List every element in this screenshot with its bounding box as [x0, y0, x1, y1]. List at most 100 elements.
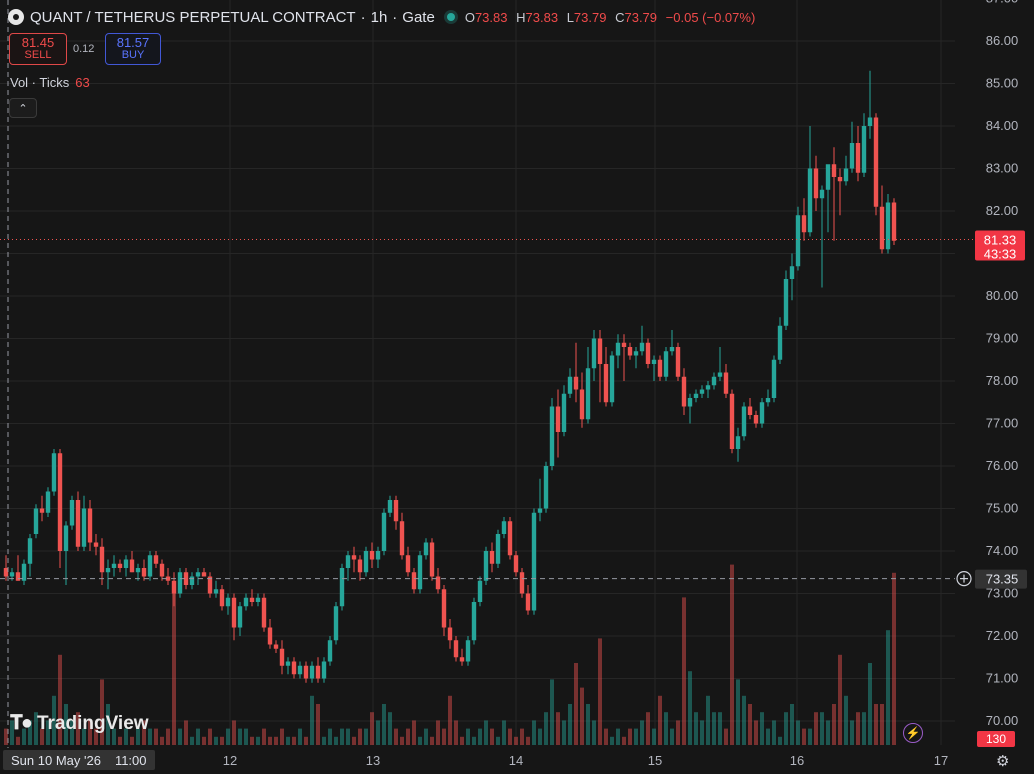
candle	[123, 555, 129, 577]
candle	[219, 585, 225, 611]
candle-body	[723, 372, 729, 394]
candle	[297, 661, 303, 679]
candle	[201, 568, 207, 577]
volume-bar	[310, 695, 314, 745]
candle	[843, 155, 849, 186]
volume-indicator-legend[interactable]: Vol · Ticks 63	[10, 75, 90, 90]
candle	[159, 559, 165, 581]
candle-body	[705, 385, 711, 390]
candle	[165, 568, 171, 585]
interval-label[interactable]: 1h	[371, 9, 388, 26]
collapse-legend-button[interactable]: ⌃	[9, 98, 37, 118]
volume-bar	[208, 728, 212, 745]
volume-bar	[592, 720, 596, 745]
candle-body	[555, 406, 561, 432]
volume-bar	[460, 736, 464, 745]
candle-body	[501, 521, 507, 534]
volume-bar	[16, 736, 20, 745]
symbol-header[interactable]: QUANT / TETHERUS PERPETUAL CONTRACT · 1h…	[8, 6, 760, 28]
lightning-icon[interactable]: ⚡	[903, 723, 923, 743]
candle-body	[57, 453, 63, 551]
candle-body	[783, 279, 789, 326]
volume-badge-label: 130	[986, 732, 1006, 746]
candle	[765, 389, 771, 407]
chevron-up-icon: ⌃	[18, 102, 28, 115]
candle	[831, 147, 837, 241]
volume-bar	[616, 728, 620, 745]
volume-bar	[676, 720, 680, 745]
candle-body	[129, 559, 135, 573]
candle-body	[615, 342, 621, 356]
volume-bar	[370, 712, 374, 745]
volume-bar	[886, 630, 890, 745]
chart-grid	[0, 0, 955, 745]
volume-bar	[544, 712, 548, 745]
volume-bar	[304, 736, 308, 745]
buy-label: BUY	[121, 49, 145, 62]
volume-bar	[628, 728, 632, 745]
candle	[717, 347, 723, 381]
volume-bar	[646, 712, 650, 745]
volume-bar	[4, 728, 8, 745]
candle-body	[69, 500, 75, 526]
candle	[825, 164, 831, 233]
time-tick-label: 16	[790, 753, 804, 768]
candle	[195, 568, 201, 585]
last-price-label: 81.33	[984, 232, 1017, 247]
crosshair-date-label: Sun 10 May '26 11:00	[3, 750, 155, 770]
candle-body	[585, 368, 591, 420]
volume-bar	[586, 704, 590, 745]
candle	[375, 546, 381, 568]
candle-body	[609, 355, 615, 403]
candle	[381, 508, 387, 556]
candle	[615, 334, 621, 369]
time-tick-label: 14	[509, 753, 523, 768]
candle	[303, 661, 309, 683]
sell-button[interactable]: 81.45 SELL	[9, 33, 67, 65]
candle-body	[537, 508, 543, 513]
candle	[867, 70, 873, 139]
candle-body	[411, 572, 417, 590]
price-tick-label: 79.00	[986, 331, 1019, 346]
candle-body	[471, 602, 477, 641]
price-tick-label: 76.00	[986, 458, 1019, 473]
candle	[87, 500, 93, 551]
watermark-text: TradingView	[36, 712, 149, 734]
volume-bar	[874, 704, 878, 745]
volume-bar	[160, 736, 164, 745]
buy-button[interactable]: 81.57 BUY	[105, 33, 161, 65]
volume-value: 63	[75, 75, 90, 90]
candle-body	[753, 415, 759, 424]
candle-body	[273, 644, 279, 649]
candle	[453, 636, 459, 662]
candle	[561, 385, 567, 437]
candle	[873, 113, 879, 216]
candle-body	[105, 568, 111, 573]
price-tick-label: 84.00	[986, 118, 1019, 133]
candle-body	[261, 597, 267, 628]
candle-body	[597, 338, 603, 364]
volume-bar	[862, 712, 866, 745]
candle	[177, 568, 183, 598]
candle-body	[171, 580, 177, 594]
candle	[357, 555, 363, 581]
candle	[45, 487, 51, 517]
candle	[153, 551, 159, 568]
candle-body	[561, 393, 567, 432]
candle-body	[693, 393, 699, 398]
price-chart[interactable]: 70.0071.0072.0073.0074.0075.0076.0077.00…	[0, 0, 1034, 774]
exchange-label: Gate	[402, 8, 435, 26]
gear-icon[interactable]: ⚙	[996, 752, 1009, 770]
candle-body	[357, 559, 363, 573]
price-tick-label: 83.00	[986, 161, 1019, 176]
volume-bar	[424, 728, 428, 745]
candle-body	[795, 215, 801, 267]
candle	[99, 538, 105, 585]
candle	[489, 542, 495, 573]
tradingview-logo[interactable]: 𝐓● TradingView	[10, 712, 149, 735]
volume-bar	[316, 704, 320, 745]
symbol-name[interactable]: QUANT / TETHERUS PERPETUAL CONTRACT	[30, 9, 356, 26]
symbol-logo-icon	[8, 9, 24, 25]
time-tick-label: 12	[223, 753, 237, 768]
volume-bar	[430, 736, 434, 745]
